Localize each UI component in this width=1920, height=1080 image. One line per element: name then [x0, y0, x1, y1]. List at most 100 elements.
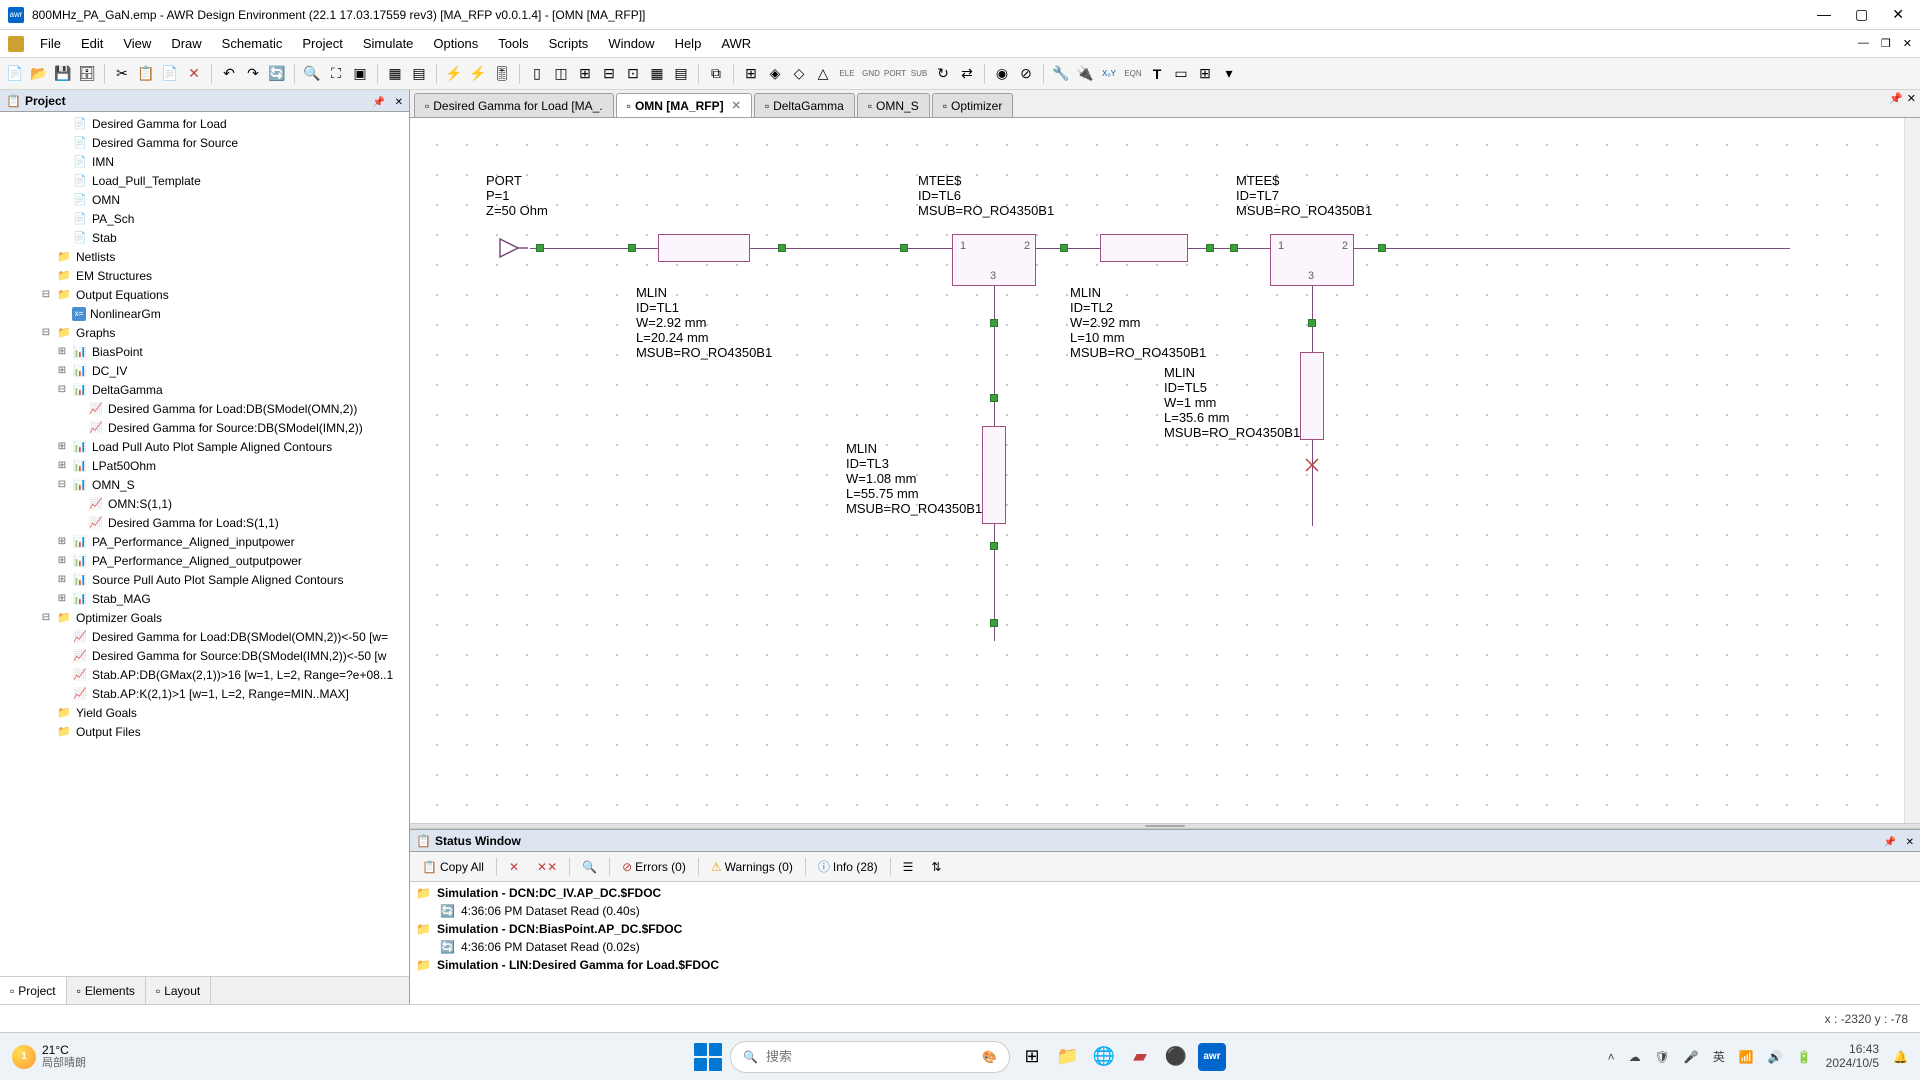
win4-icon[interactable]: ⊟	[598, 63, 620, 85]
close-tab-icon[interactable]: ✕	[732, 99, 741, 112]
eqn-label[interactable]: EQN	[1122, 69, 1144, 78]
tree-item[interactable]: 📄PA_Sch	[0, 209, 409, 228]
win3-icon[interactable]: ⊞	[574, 63, 596, 85]
tree-item[interactable]: ⊞📊Source Pull Auto Plot Sample Aligned C…	[0, 570, 409, 589]
tree-item[interactable]: 📈Stab.AP:DB(GMax(2,1))>16 [w=1, L=2, Ran…	[0, 665, 409, 684]
mlin-tl5-symbol[interactable]	[1300, 352, 1324, 440]
node[interactable]	[990, 619, 998, 627]
project-tree[interactable]: 📄Desired Gamma for Load📄Desired Gamma fo…	[0, 112, 409, 976]
warnings-filter[interactable]: ⚠ Warnings (0)	[705, 857, 799, 877]
port-label[interactable]: PORT	[884, 69, 906, 78]
tree-item[interactable]: 📁Yield Goals	[0, 703, 409, 722]
wifi-icon[interactable]: 📶	[1739, 1050, 1754, 1064]
expander-icon[interactable]: ⊞	[56, 441, 68, 452]
copy-all-button[interactable]: 📋 Copy All	[416, 857, 490, 877]
expander-icon[interactable]: ⊟	[40, 327, 52, 338]
taskview-icon[interactable]: ⊞	[1018, 1043, 1046, 1071]
refresh-icon[interactable]: 🔄	[266, 63, 288, 85]
menu-help[interactable]: Help	[665, 32, 712, 55]
menu-project[interactable]: Project	[292, 32, 352, 55]
acrobat-icon[interactable]: ▰	[1126, 1043, 1154, 1071]
tree-item[interactable]: 📈Desired Gamma for Load:DB(SModel(OMN,2)…	[0, 399, 409, 418]
paste-icon[interactable]: 📄	[159, 63, 181, 85]
expander-icon[interactable]: ⊟	[40, 289, 52, 300]
tree-item[interactable]: x=NonlinearGm	[0, 304, 409, 323]
mlin-tl1-symbol[interactable]	[658, 234, 750, 262]
menu-tools[interactable]: Tools	[488, 32, 538, 55]
sidebar-tab-project[interactable]: ▫Project	[0, 977, 67, 1004]
port-text[interactable]: PORTP=1Z=50 Ohm	[486, 174, 548, 219]
expander-icon[interactable]: ⊟	[56, 384, 68, 395]
tree-item[interactable]: 📄OMN	[0, 190, 409, 209]
status-close-icon[interactable]: ✕	[1906, 837, 1914, 848]
doc-tab[interactable]: ▫DeltaGamma	[754, 93, 855, 117]
tree-item[interactable]: 📈Desired Gamma for Source:DB(SModel(IMN,…	[0, 646, 409, 665]
battery-icon[interactable]: 🔋	[1797, 1050, 1812, 1064]
sidebar-tab-elements[interactable]: ▫Elements	[67, 977, 146, 1004]
grid-icon[interactable]: ⊞	[740, 63, 762, 85]
tree-item[interactable]: ⊞📊DC_IV	[0, 361, 409, 380]
obs-icon[interactable]: ⚫	[1162, 1043, 1190, 1071]
node[interactable]	[990, 542, 998, 550]
scrollbar[interactable]	[1904, 118, 1920, 823]
sidebar-tab-layout[interactable]: ▫Layout	[146, 977, 211, 1004]
open-icon[interactable]: 📂	[28, 63, 50, 85]
mlin-tl1-text[interactable]: MLINID=TL1W=2.92 mmL=20.24 mmMSUB=RO_RO4…	[636, 286, 772, 361]
schematic-canvas[interactable]: 1 2 3 1 2 3	[410, 118, 1920, 823]
toggle-icon[interactable]: ◉	[991, 63, 1013, 85]
expander-icon[interactable]: ⊞	[56, 460, 68, 471]
tree-item[interactable]: ⊞📊PA_Performance_Aligned_inputpower	[0, 532, 409, 551]
mtee-tl6-text[interactable]: MTEE$ID=TL6MSUB=RO_RO4350B1	[918, 174, 1054, 219]
simulate-icon[interactable]: ⚡	[443, 63, 465, 85]
menu-file[interactable]: File	[30, 32, 71, 55]
win6-icon[interactable]: ▦	[646, 63, 668, 85]
tree-item[interactable]: 📄IMN	[0, 152, 409, 171]
gnd-label[interactable]: GND	[860, 69, 882, 78]
mlin-tl3-symbol[interactable]	[982, 426, 1006, 524]
minimize-button[interactable]: —	[1817, 6, 1831, 23]
log-row[interactable]: 📁Simulation - LIN:Desired Gamma for Load…	[416, 956, 1914, 974]
tree-item[interactable]: 📈Desired Gamma for Load:S(1,1)	[0, 513, 409, 532]
log-row[interactable]: 🔄4:36:06 PM Dataset Read (0.02s)	[416, 938, 1914, 956]
menu-draw[interactable]: Draw	[161, 32, 211, 55]
undo-icon[interactable]: ↶	[218, 63, 240, 85]
menu-scripts[interactable]: Scripts	[539, 32, 599, 55]
tree-item[interactable]: 📄Stab	[0, 228, 409, 247]
ime-indicator[interactable]: 英	[1713, 1048, 1725, 1065]
more-icon[interactable]: ▾	[1218, 63, 1240, 85]
status-log[interactable]: 📁Simulation - DCN:DC_IV.AP_DC.$FDOC🔄4:36…	[410, 882, 1920, 1004]
info-filter[interactable]: ⓘ Info (28)	[812, 855, 884, 878]
tool1-icon[interactable]: 🔧	[1050, 63, 1072, 85]
comp1-icon[interactable]: ◈	[764, 63, 786, 85]
list-icon[interactable]: ☰	[897, 857, 920, 877]
tree-item[interactable]: ⊞📊Load Pull Auto Plot Sample Aligned Con…	[0, 437, 409, 456]
mic-icon[interactable]: 🎤	[1684, 1050, 1699, 1064]
close-button[interactable]: ✕	[1892, 6, 1904, 23]
expander-icon[interactable]: ⊞	[56, 536, 68, 547]
node[interactable]	[628, 244, 636, 252]
doc-tab[interactable]: ▫OMN [MA_RFP]✕	[616, 93, 752, 117]
tree-item[interactable]: ⊟📁Graphs	[0, 323, 409, 342]
win7-icon[interactable]: ▤	[670, 63, 692, 85]
doc-tab[interactable]: ▫OMN_S	[857, 93, 930, 117]
weather-widget[interactable]: 1 21°C 局部晴朗	[12, 1044, 86, 1069]
copy-icon[interactable]: 📋	[135, 63, 157, 85]
sort-icon[interactable]: ⇅	[925, 857, 947, 877]
new-icon[interactable]: 📄	[4, 63, 26, 85]
mtee-tl7-text[interactable]: MTEE$ID=TL7MSUB=RO_RO4350B1	[1236, 174, 1372, 219]
node[interactable]	[1378, 244, 1386, 252]
delete-icon[interactable]: ✕	[183, 63, 205, 85]
save-icon[interactable]: 💾	[52, 63, 74, 85]
tabs-close-icon[interactable]: ✕	[1907, 92, 1916, 105]
clock[interactable]: 16:43 2024/10/5	[1826, 1043, 1879, 1069]
win1-icon[interactable]: ▯	[526, 63, 548, 85]
defender-icon[interactable]: 🛡	[1655, 1050, 1670, 1064]
mlin-tl5-text[interactable]: MLINID=TL5W=1 mmL=35.6 mmMSUB=RO_RO4350B…	[1164, 366, 1300, 441]
node[interactable]	[1060, 244, 1068, 252]
expander-icon[interactable]: ⊞	[56, 593, 68, 604]
clear-all-icon[interactable]: ✕✕	[531, 857, 563, 877]
mlin-tl2-text[interactable]: MLINID=TL2W=2.92 mmL=10 mmMSUB=RO_RO4350…	[1070, 286, 1206, 361]
node[interactable]	[990, 394, 998, 402]
menu-awr[interactable]: AWR	[711, 32, 761, 55]
sub-label[interactable]: SUB	[908, 69, 930, 78]
